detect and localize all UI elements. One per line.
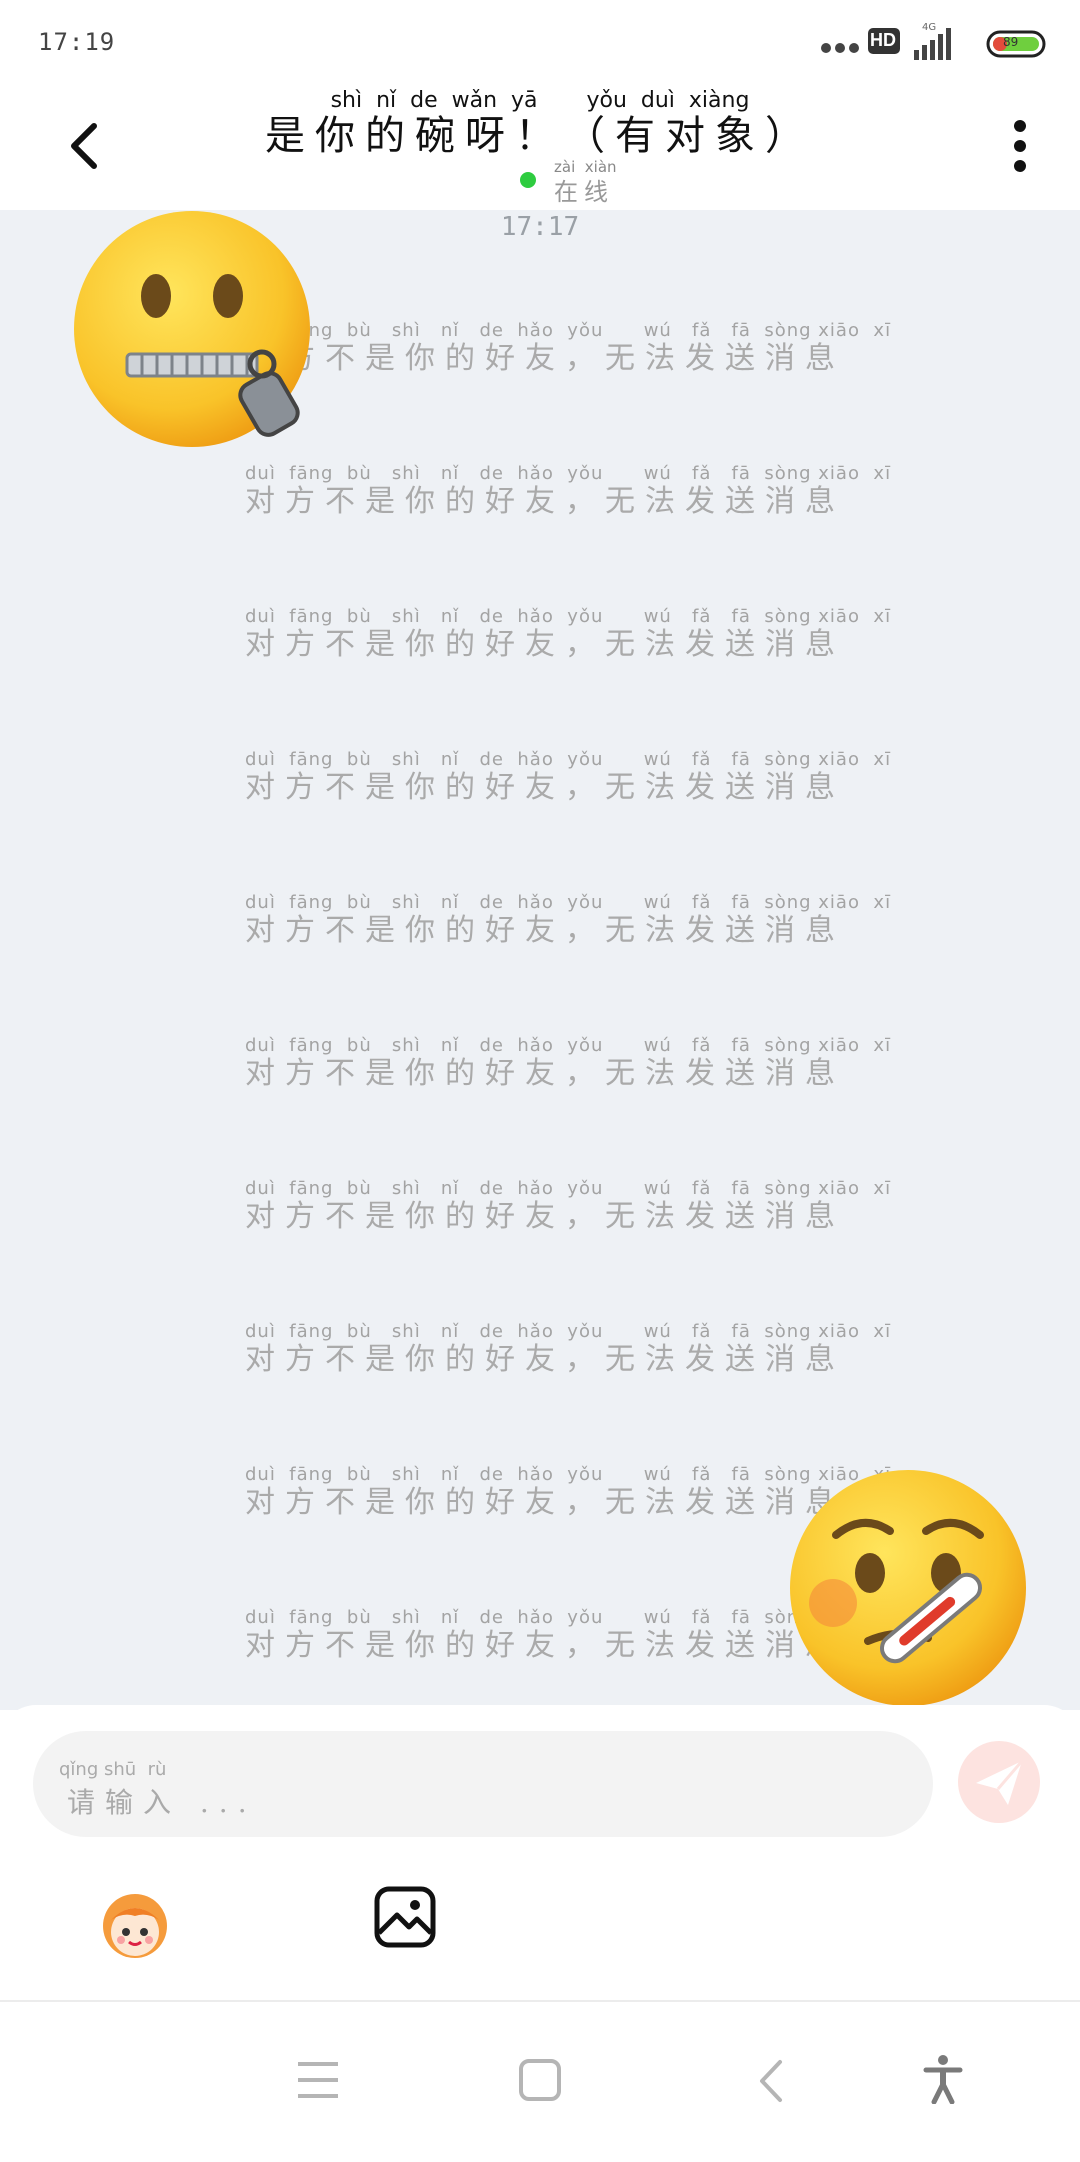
battery-level: 89: [1003, 35, 1019, 49]
send-icon: [976, 1760, 1024, 1805]
notice-pinyin: duì fāng bù shì nǐ de hǎo yǒu wú fǎ fā s…: [245, 463, 892, 484]
chat-header: shì nǐ de wǎn yā yǒu duì xiàng 是你的碗呀！（有对…: [0, 80, 1080, 210]
notice-pinyin: duì fāng bù shì nǐ de hǎo yǒu wú fǎ fā s…: [245, 892, 892, 913]
online-dot-icon: [520, 172, 536, 188]
system-notice: duì fāng bù shì nǐ de hǎo yǒu wú fǎ fā s…: [245, 1464, 892, 1534]
face-with-thermometer-icon[interactable]: [788, 1463, 1038, 1713]
system-notice: duì fāng bù shì nǐ de hǎo yǒu wú fǎ fā s…: [245, 1178, 892, 1248]
message-composer: qǐng shū rù 请输入 ...: [0, 1705, 1080, 2005]
system-notice: duì fāng bù shì nǐ de hǎo yǒu wú fǎ fā s…: [245, 463, 892, 533]
menu-icon[interactable]: [296, 2060, 340, 2100]
zipper-mouth-face-icon[interactable]: [72, 204, 332, 454]
chat-area[interactable]: 17:17 duì fāng bù shì nǐ de hǎo yǒu wú f…: [0, 210, 1080, 1710]
title-text: 是你的碗呀！（有对象）: [265, 113, 815, 159]
notice-text: 对方不是你的好友，无法发送消息: [245, 1628, 845, 1663]
title-pinyin: shì nǐ de wǎn yā yǒu duì xiàng: [330, 88, 750, 113]
notice-pinyin: duì fāng bù shì nǐ de hǎo yǒu wú fǎ fā s…: [245, 1464, 892, 1485]
online-status: zài xiàn 在线: [520, 158, 640, 208]
status-bar: 17:19 HD 4G 89: [0, 0, 1080, 80]
notice-pinyin: duì fāng bù shì nǐ de hǎo yǒu wú fǎ fā s…: [245, 1607, 892, 1628]
notice-text: 对方不是你的好友，无法发送消息: [245, 627, 845, 662]
notice-pinyin: duì fāng bù shì nǐ de hǎo yǒu wú fǎ fā s…: [245, 1321, 892, 1342]
notice-pinyin: duì fāng bù shì nǐ de hǎo yǒu wú fǎ fā s…: [245, 606, 892, 627]
notice-text: 对方不是你的好友，无法发送消息: [245, 770, 845, 805]
system-notice: duì fāng bù shì nǐ de hǎo yǒu wú fǎ fā s…: [245, 320, 892, 390]
notice-text: 对方不是你的好友，无法发送消息: [245, 913, 845, 948]
notice-pinyin: duì fāng bù shì nǐ de hǎo yǒu wú fǎ fā s…: [245, 1178, 892, 1199]
message-input[interactable]: qǐng shū rù 请输入 ...: [33, 1731, 933, 1837]
system-notice: duì fāng bù shì nǐ de hǎo yǒu wú fǎ fā s…: [245, 606, 892, 676]
ellipsis-icon: [821, 43, 859, 53]
system-notice: duì fāng bù shì nǐ de hǎo yǒu wú fǎ fā s…: [245, 749, 892, 819]
network-label: 4G: [922, 22, 937, 33]
system-notice: duì fāng bù shì nǐ de hǎo yǒu wú fǎ fā s…: [245, 1035, 892, 1105]
image-icon[interactable]: [373, 1885, 437, 1949]
notice-pinyin: duì fāng bù shì nǐ de hǎo yǒu wú fǎ fā s…: [245, 749, 892, 770]
back-chevron-icon[interactable]: [756, 2058, 786, 2104]
system-notice: duì fāng bù shì nǐ de hǎo yǒu wú fǎ fā s…: [245, 892, 892, 962]
input-placeholder: 请输入 ...: [67, 1786, 257, 1819]
notice-pinyin: duì fāng bù shì nǐ de hǎo yǒu wú fǎ fā s…: [245, 1035, 892, 1056]
notice-text: 对方不是你的好友，无法发送消息: [245, 1342, 845, 1377]
system-notice: duì fāng bù shì nǐ de hǎo yǒu wú fǎ fā s…: [245, 1607, 892, 1677]
notice-text: 对方不是你的好友，无法发送消息: [245, 341, 845, 376]
sticker-avatar-icon[interactable]: [95, 1882, 175, 1962]
notice-text: 对方不是你的好友，无法发送消息: [245, 1199, 845, 1234]
notice-text: 对方不是你的好友，无法发送消息: [245, 1485, 845, 1520]
more-options-icon[interactable]: [1000, 116, 1040, 176]
status-icons: [821, 28, 1046, 60]
accessibility-icon[interactable]: [922, 2054, 964, 2104]
notice-text: 对方不是你的好友，无法发送消息: [245, 484, 845, 519]
home-square-icon[interactable]: [518, 2058, 562, 2102]
notice-text: 对方不是你的好友，无法发送消息: [245, 1056, 845, 1091]
notice-pinyin: duì fāng bù shì nǐ de hǎo yǒu wú fǎ fā s…: [245, 320, 892, 341]
status-time: 17:19: [38, 28, 116, 56]
input-placeholder-pinyin: qǐng shū rù: [59, 1759, 167, 1780]
system-nav-bar: [0, 2000, 1080, 2162]
system-notice: duì fāng bù shì nǐ de hǎo yǒu wú fǎ fā s…: [245, 1321, 892, 1391]
send-button[interactable]: [958, 1741, 1040, 1823]
back-arrow-icon[interactable]: [60, 116, 110, 176]
hd-label: HD: [870, 30, 896, 50]
status-text: 在线: [554, 178, 614, 206]
chat-title: shì nǐ de wǎn yā yǒu duì xiàng 是你的碗呀！（有对…: [200, 88, 880, 158]
